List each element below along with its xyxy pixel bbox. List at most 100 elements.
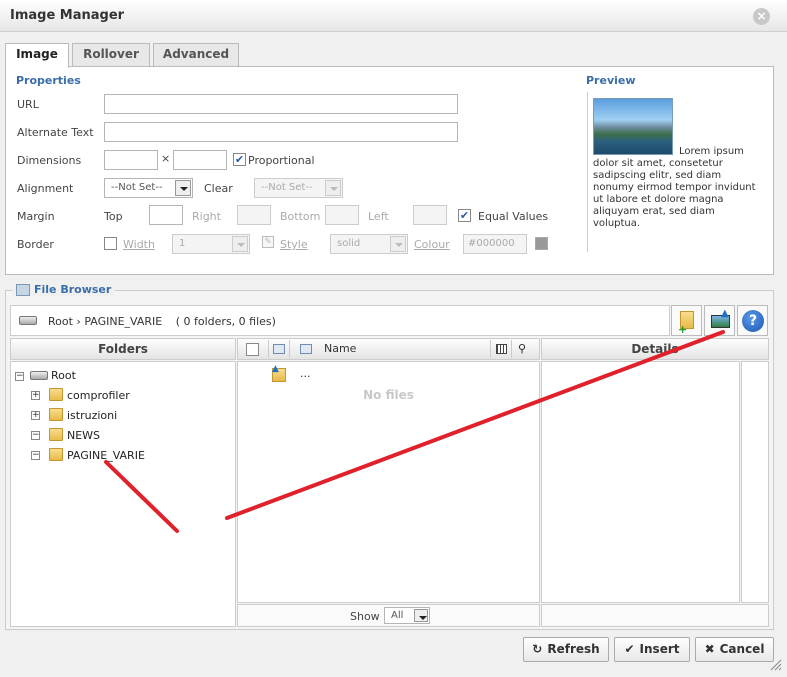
drive-icon	[19, 316, 37, 325]
details-pane	[541, 361, 740, 603]
url-input[interactable]	[104, 94, 458, 114]
preview-text: Lorem ipsum dolor sit amet, consetetur s…	[593, 146, 756, 229]
clear-select[interactable]: --Not Set--	[254, 178, 343, 198]
details-header: Details	[541, 338, 769, 360]
chevron-down-icon	[175, 180, 191, 196]
border-width-label: Width	[123, 238, 155, 251]
show-label: Show	[350, 610, 380, 623]
close-icon: ✖	[704, 642, 715, 656]
colour-picker-icon[interactable]	[535, 237, 548, 250]
proportional-label: Proportional	[248, 154, 315, 167]
files-header: Name ⚲	[237, 338, 540, 360]
file-browser-icon	[16, 284, 30, 296]
refresh-icon: ↻	[532, 642, 543, 656]
folder-open-icon	[49, 448, 63, 461]
margin-left-input[interactable]	[413, 205, 447, 225]
chevron-down-icon	[325, 180, 341, 196]
height-input[interactable]	[173, 150, 227, 170]
border-style-select[interactable]: solid	[330, 234, 408, 254]
search-icon[interactable]: ⚲	[518, 340, 538, 358]
help-button[interactable]: ?	[737, 305, 768, 336]
sort-name-icon[interactable]	[296, 340, 318, 358]
tree-item-news[interactable]: NEWS	[67, 429, 100, 442]
collapse-icon[interactable]: −	[15, 372, 24, 381]
show-value: All	[391, 610, 404, 621]
new-folder-button[interactable]: +	[671, 305, 702, 336]
show-select[interactable]: All	[384, 607, 430, 624]
chevron-down-icon	[232, 236, 248, 252]
name-header[interactable]: Name	[324, 339, 356, 359]
breadcrumb: Root › PAGINE_VARIE ( 0 folders, 0 files…	[48, 315, 276, 328]
margin-top-label: Top	[104, 210, 123, 223]
proportional-checkbox[interactable]: ✔	[233, 153, 246, 166]
insert-label: Insert	[639, 642, 680, 656]
properties-title: Properties	[16, 74, 81, 87]
margin-right-input[interactable]	[237, 205, 271, 225]
width-input[interactable]	[104, 150, 158, 170]
sort-icon[interactable]	[268, 340, 290, 358]
margin-top-input[interactable]	[149, 205, 183, 225]
close-icon[interactable]: ×	[753, 8, 770, 25]
breadcrumb-separator: ›	[76, 315, 81, 328]
border-colour-input[interactable]: #000000	[463, 234, 527, 254]
border-width-select[interactable]: 1	[172, 234, 250, 254]
dialog-title: Image Manager	[10, 8, 125, 23]
alignment-select[interactable]: --Not Set--	[104, 178, 193, 198]
margin-label: Margin	[17, 210, 55, 223]
breadcrumb-root[interactable]: Root	[48, 315, 73, 328]
refresh-button[interactable]: ↻ Refresh	[523, 637, 609, 662]
margin-bottom-input[interactable]	[325, 205, 359, 225]
expand-icon[interactable]: +	[31, 391, 40, 400]
tree-item-comprofiler[interactable]: comprofiler	[67, 389, 130, 402]
empty-message: No files	[363, 388, 414, 402]
show-filter-bar: Show All	[237, 604, 540, 627]
border-colour-label: Colour	[414, 238, 450, 251]
margin-right-label: Right	[192, 210, 221, 223]
clear-label: Clear	[204, 182, 233, 195]
dialog-titlebar: Image Manager ×	[0, 0, 787, 32]
arrow-up-icon: ▲	[721, 308, 729, 319]
border-style-value: solid	[337, 238, 361, 249]
folder-icon	[49, 388, 63, 401]
folder-icon	[49, 408, 63, 421]
help-icon: ?	[742, 310, 764, 332]
alignment-label: Alignment	[17, 182, 74, 195]
drive-icon	[30, 371, 48, 380]
tree-item-pagine-varie[interactable]: PAGINE_VARIE	[67, 449, 145, 462]
file-browser-title-text: File Browser	[34, 283, 112, 296]
tab-image[interactable]: Image	[5, 43, 69, 68]
tree-root[interactable]: Root	[51, 369, 76, 382]
details-footer	[541, 604, 769, 627]
tab-rollover[interactable]: Rollover	[72, 43, 150, 66]
collapse-icon[interactable]: −	[31, 451, 40, 460]
expand-icon[interactable]: +	[31, 411, 40, 420]
file-list: ▲ ... No files	[237, 361, 540, 603]
alt-text-input[interactable]	[104, 122, 458, 142]
chevron-down-icon	[390, 236, 406, 252]
breadcrumb-current[interactable]: PAGINE_VARIE	[84, 315, 162, 328]
border-width-value: 1	[179, 238, 186, 249]
collapse-icon[interactable]: −	[31, 431, 40, 440]
url-label: URL	[17, 98, 39, 111]
tab-advanced[interactable]: Advanced	[153, 43, 239, 66]
details-side-pane	[741, 361, 769, 603]
border-style-label: Style	[280, 238, 308, 251]
resize-grip-icon[interactable]	[768, 657, 782, 671]
file-browser-title: File Browser	[12, 283, 116, 296]
equal-values-checkbox[interactable]: ✔	[458, 209, 471, 222]
border-checkbox[interactable]	[104, 237, 117, 250]
alt-text-label: Alternate Text	[17, 126, 94, 139]
insert-button[interactable]: ✔ Insert	[614, 637, 690, 662]
upload-button[interactable]: ▲	[704, 305, 735, 336]
folder-open-icon	[49, 428, 63, 441]
path-bar: Root › PAGINE_VARIE ( 0 folders, 0 files…	[10, 305, 670, 336]
parent-folder-link[interactable]: ...	[300, 367, 311, 380]
margin-bottom-label: Bottom	[280, 210, 321, 223]
dimensions-label: Dimensions	[17, 154, 82, 167]
select-all-checkbox[interactable]	[246, 343, 259, 356]
cancel-button[interactable]: ✖ Cancel	[695, 637, 774, 662]
tree-item-istruzioni[interactable]: istruzioni	[67, 409, 117, 422]
alignment-value: --Not Set--	[111, 182, 163, 193]
view-columns-icon[interactable]	[490, 340, 512, 358]
refresh-label: Refresh	[547, 642, 600, 656]
